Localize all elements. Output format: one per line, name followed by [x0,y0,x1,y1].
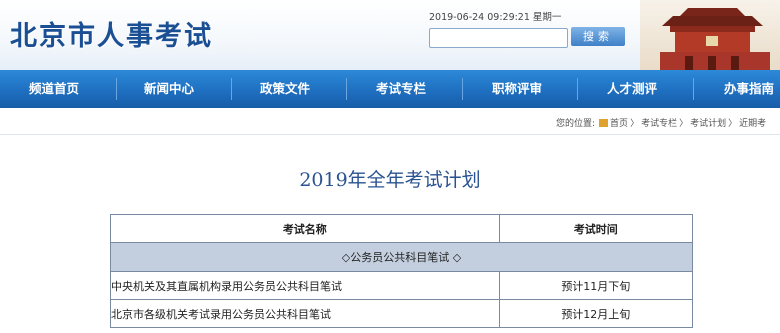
breadcrumb-prefix: 您的位置: [556,119,596,129]
breadcrumb-item-recent[interactable]: 近期考 [739,119,766,129]
breadcrumb-divider: 〉 [630,119,640,129]
category-row: ◇公务员公共科目笔试 ◇ [110,242,693,272]
nav-separator [231,78,232,100]
category-label: ◇公务员公共科目笔试 ◇ [110,242,693,272]
column-header-exam-time: 考试时间 [498,214,694,243]
tiananmen-banner-image [640,0,780,70]
nav-separator [693,78,694,100]
search-button[interactable]: 搜索 [571,27,625,46]
nav-item-assessment[interactable]: 人才测评 [607,70,657,108]
nav-item-home[interactable]: 频道首页 [29,70,79,108]
home-icon [599,119,609,127]
search-input[interactable] [429,28,568,48]
nav-separator [346,78,347,100]
exam-time-cell: 预计12月上旬 [498,299,694,328]
current-datetime: 2019-06-24 09:29:21 星期一 [429,12,562,23]
exam-name-cell: 中央机关及其直属机构录用公务员公共科目笔试 [110,271,500,300]
nav-item-guide[interactable]: 办事指南 [724,70,774,108]
nav-item-news[interactable]: 新闻中心 [144,70,194,108]
breadcrumb: 您的位置: 首页〉考试专栏〉考试计划〉近期考 [556,116,768,129]
nav-separator [116,78,117,100]
table-row: 北京市各级机关考试录用公务员公共科目笔试 预计12月上旬 [110,299,694,328]
breadcrumb-bar: 您的位置: 首页〉考试专栏〉考试计划〉近期考 [0,108,780,135]
breadcrumb-divider: 〉 [679,119,689,129]
site-logo-title[interactable]: 北京市人事考试 [10,14,213,53]
table-row: 中央机关及其直属机构录用公务员公共科目笔试 预计11月下旬 [110,271,694,300]
breadcrumb-divider: 〉 [728,119,738,129]
column-header-exam-name: 考试名称 [110,214,500,243]
breadcrumb-item-plan[interactable]: 考试计划 [690,119,726,129]
nav-separator [462,78,463,100]
exam-schedule-table: 考试名称 考试时间 ◇公务员公共科目笔试 ◇ 中央机关及其直属机构录用公务员公共… [110,214,694,328]
main-nav: 频道首页 新闻中心 政策文件 考试专栏 职称评审 人才测评 办事指南 [0,70,780,108]
nav-item-exams[interactable]: 考试专栏 [376,70,426,108]
nav-item-titles[interactable]: 职称评审 [492,70,542,108]
nav-item-policy[interactable]: 政策文件 [260,70,310,108]
page-title: 2019年全年考试计划 [299,169,481,191]
nav-separator [577,78,578,100]
breadcrumb-item-exams[interactable]: 考试专栏 [641,119,677,129]
table-header-row: 考试名称 考试时间 [110,214,694,243]
breadcrumb-item-home[interactable]: 首页 [610,119,628,129]
site-header: 北京市人事考试 2019-06-24 09:29:21 星期一 搜索 [0,0,780,70]
exam-name-cell: 北京市各级机关考试录用公务员公共科目笔试 [110,299,500,328]
exam-time-cell: 预计11月下旬 [498,271,694,300]
